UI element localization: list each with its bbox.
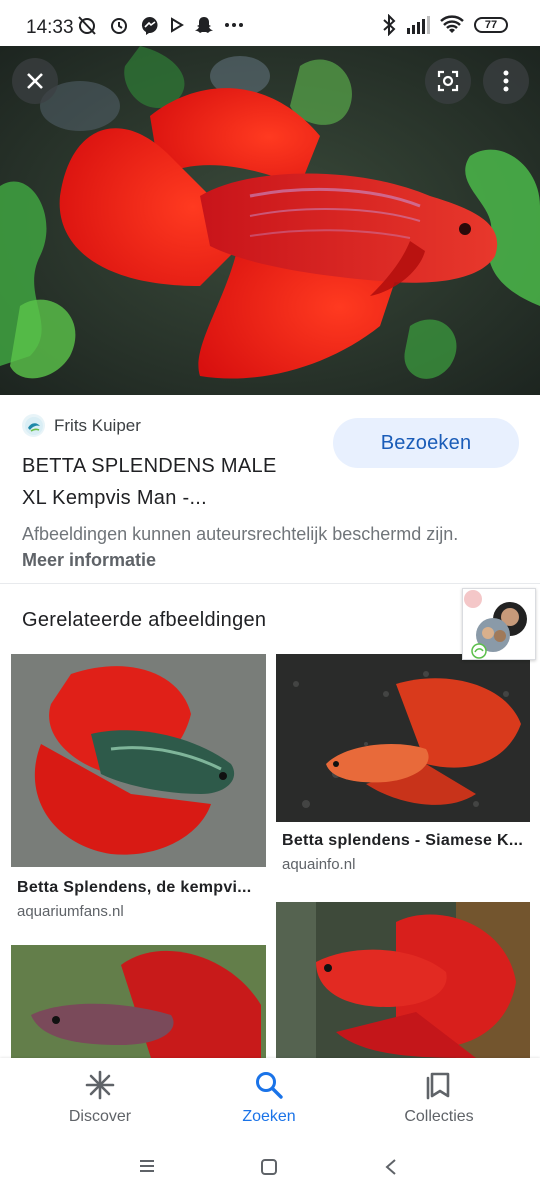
status-bar: 14:33 77 xyxy=(0,0,540,46)
messenger-icon xyxy=(141,16,158,35)
system-status-icons: 77 xyxy=(382,14,508,36)
back-button[interactable] xyxy=(384,1158,398,1181)
more-options-button[interactable] xyxy=(483,58,529,104)
snapchat-icon xyxy=(195,17,213,33)
source-name: Frits Kuiper xyxy=(54,415,141,435)
close-button[interactable] xyxy=(12,58,58,104)
chat-heads-widget[interactable] xyxy=(462,588,536,660)
image-title[interactable]: BETTA SPLENDENS MALE XL Kempvis Man -... xyxy=(22,450,322,514)
image-info-panel: Frits Kuiper Bezoeken BETTA SPLENDENS MA… xyxy=(0,395,540,583)
system-navigation-bar xyxy=(0,1144,540,1200)
chat-head-avatars xyxy=(464,590,527,659)
search-icon xyxy=(256,1072,283,1099)
related-image-card[interactable]: Betta splendens - Siamese K... aquainfo.… xyxy=(276,654,530,879)
related-item-domain: aquainfo.nl xyxy=(282,856,356,873)
notification-icons xyxy=(76,14,244,36)
nav-collections-label: Collecties xyxy=(404,1108,474,1125)
bottom-navigation: Discover Zoeken Collecties xyxy=(0,1058,540,1144)
more-vert-icon xyxy=(503,70,509,92)
more-dots-icon xyxy=(225,23,243,27)
status-time: 14:33 xyxy=(26,17,74,38)
lens-icon xyxy=(437,70,459,92)
close-icon xyxy=(27,73,43,89)
nav-discover[interactable]: Discover xyxy=(25,1070,175,1126)
recent-apps-button[interactable] xyxy=(138,1158,156,1179)
image-title-line1: BETTA SPLENDENS MALE xyxy=(22,455,277,477)
related-item-domain: aquariumfans.nl xyxy=(17,903,124,920)
signal-icon xyxy=(407,16,430,34)
source-logo-icon xyxy=(22,414,45,437)
related-image-3 xyxy=(11,945,266,1058)
wifi-icon xyxy=(440,15,464,33)
divider xyxy=(0,583,540,584)
image-title-line2: XL Kempvis Man -... xyxy=(22,487,208,509)
related-image-card[interactable] xyxy=(276,902,530,1058)
home-button[interactable] xyxy=(260,1158,278,1181)
source[interactable]: Frits Kuiper xyxy=(22,414,141,437)
nav-discover-label: Discover xyxy=(68,1108,132,1125)
back-chevron-icon xyxy=(385,1159,396,1175)
home-square-icon xyxy=(261,1159,277,1175)
more-info-link[interactable]: Meer informatie xyxy=(22,550,156,570)
lens-button[interactable] xyxy=(425,58,471,104)
collections-icon xyxy=(426,1072,450,1100)
nav-search-label: Zoeken xyxy=(242,1108,296,1125)
play-icon xyxy=(171,17,184,33)
alarm-icon xyxy=(111,18,127,34)
bluetooth-icon xyxy=(383,14,396,36)
copyright-text: Afbeeldingen kunnen auteursrechtelijk be… xyxy=(22,524,459,544)
related-image-card[interactable] xyxy=(11,945,266,1058)
nav-collections[interactable]: Collecties xyxy=(364,1070,514,1126)
copyright-notice: Afbeeldingen kunnen auteursrechtelijk be… xyxy=(22,521,502,573)
nav-search[interactable]: Zoeken xyxy=(194,1070,344,1126)
related-image-2 xyxy=(276,654,530,822)
visit-button[interactable]: Bezoeken xyxy=(333,418,519,468)
related-item-title: Betta splendens - Siamese K... xyxy=(282,832,524,849)
related-item-title: Betta Splendens, de kempvi... xyxy=(17,879,252,896)
related-images-heading: Gerelateerde afbeeldingen xyxy=(22,609,267,631)
menu-icon xyxy=(140,1160,154,1172)
related-image-1 xyxy=(11,654,266,867)
asterisk-icon xyxy=(85,1070,115,1100)
hero-image[interactable] xyxy=(0,46,540,395)
battery-icon: 77 xyxy=(474,17,508,33)
alarm-off-icon xyxy=(78,16,96,35)
related-image-card[interactable]: Betta Splendens, de kempvi... aquariumfa… xyxy=(11,654,266,924)
related-image-4 xyxy=(276,902,530,1058)
